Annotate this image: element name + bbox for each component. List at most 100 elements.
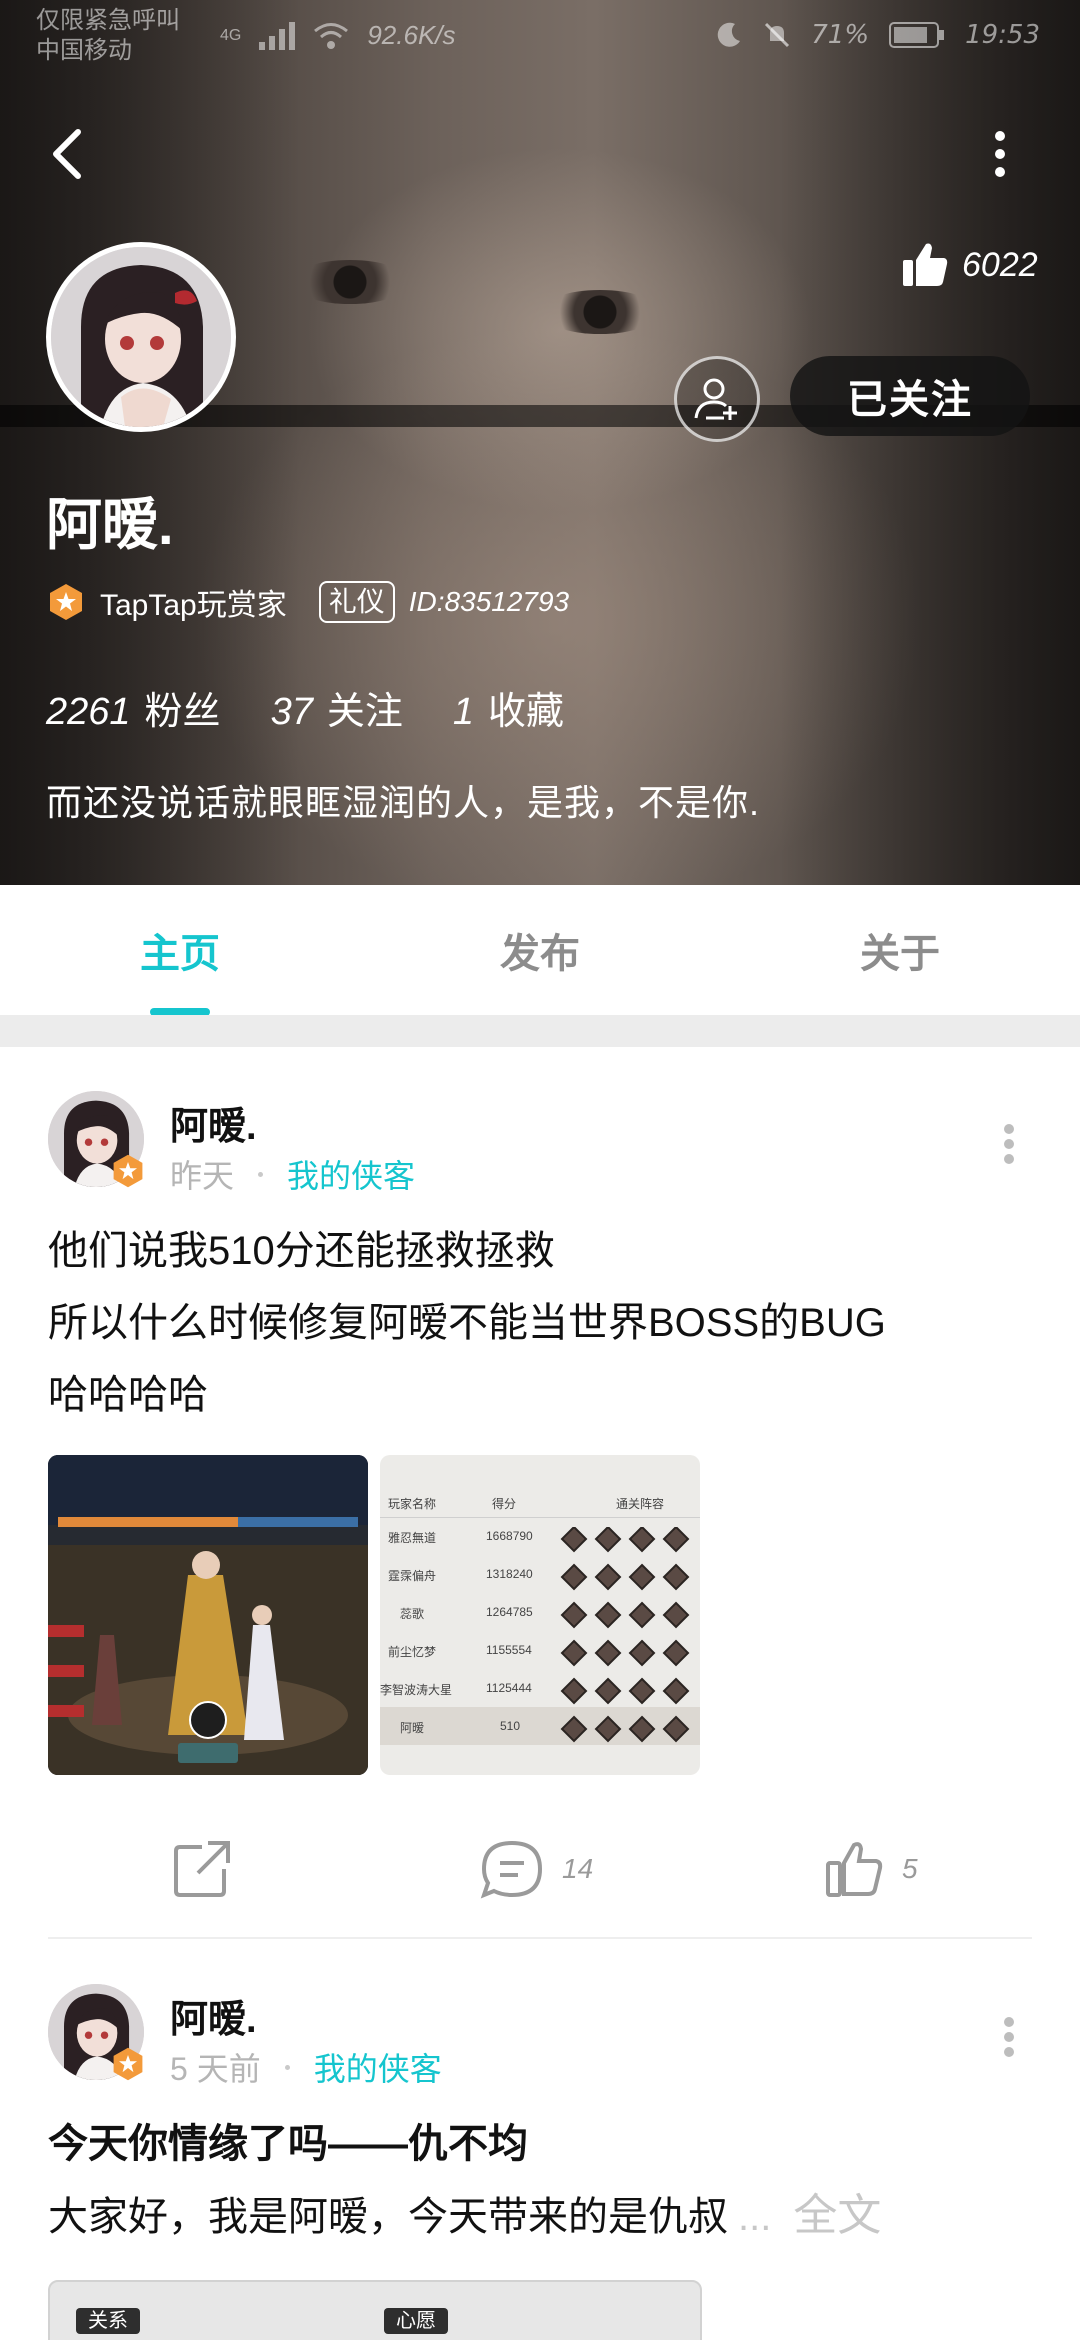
profile-header: 仅限紧急呼叫 中国移动 4G 92.6K/s 71% 19:53 6022 已关… <box>0 0 1080 885</box>
post-action-bar: 14 5 <box>0 1817 1080 1917</box>
post-divider <box>48 1937 1032 1939</box>
comment-icon <box>480 1840 543 1899</box>
post-circle-link[interactable]: 我的侠客 <box>287 1151 415 1197</box>
moon-icon <box>718 22 741 47</box>
comment-count: 14 <box>562 1853 594 1884</box>
battery-icon <box>889 22 945 48</box>
post-circle-link[interactable]: 我的侠客 <box>314 2044 442 2090</box>
mute-bell-icon <box>765 22 790 48</box>
back-button[interactable] <box>44 126 92 182</box>
tab-about[interactable]: 关于 <box>720 885 1080 1015</box>
leaderboard-col-name: 玩家名称 <box>388 1497 437 1511</box>
leaderboard-score: 1264785 <box>486 1605 533 1619</box>
wifi-icon <box>314 22 349 49</box>
stat-favorites-label: 收藏 <box>488 691 565 733</box>
avatar-illustration <box>51 247 231 427</box>
star-badge-icon <box>50 584 82 620</box>
leaderboard-col-team: 通关阵容 <box>616 1497 665 1511</box>
post-time: 5 天前 <box>170 2051 261 2087</box>
stat-favorites[interactable]: 1 收藏 <box>453 680 564 735</box>
leaderboard-player: 霆霂偏舟 <box>388 1569 437 1583</box>
rank-tag: 礼仪 <box>318 581 395 623</box>
leaderboard-player: 李智波涛大星 <box>380 1683 453 1697</box>
leaderboard-player: 雅忍無道 <box>388 1531 437 1545</box>
stat-followers-count: 2261 <box>46 691 131 733</box>
post-excerpt-line: 大家好，我是阿暧，今天带来的是仇叔 ... 全文 <box>48 2180 1038 2253</box>
post-meta: 昨天 我的侠客 <box>170 1151 415 1197</box>
post-image-thumbnail[interactable] <box>48 1455 368 1775</box>
like-count: 5 <box>902 1853 918 1884</box>
post-line: 他们说我510分还能拯救拯救 <box>48 1229 555 1273</box>
more-vertical-icon <box>1004 1124 1014 1164</box>
team-portraits-image <box>560 1527 690 1743</box>
post-author-name[interactable]: 阿暧. <box>170 1095 257 1150</box>
post-more-button[interactable] <box>994 2012 1024 2062</box>
excerpt-ellipsis: ... <box>738 2195 772 2239</box>
post-body[interactable]: 今天你情缘了吗——仇不均 大家好，我是阿暧，今天带来的是仇叔 ... 全文 <box>48 2108 1038 2253</box>
post-image-thumbnail[interactable]: 关系 心愿 <box>48 2280 702 2340</box>
stat-followers-label: 粉丝 <box>144 691 221 733</box>
like-button[interactable]: 5 <box>824 1839 918 1899</box>
profile-username: 阿暧. <box>46 493 174 556</box>
leaderboard-score: 1318240 <box>486 1567 533 1581</box>
profile-badges: TapTap玩赏家 礼仪 ID:83512793 <box>46 580 569 624</box>
image-tag-relation: 关系 <box>76 2308 140 2334</box>
star-badge-icon <box>113 1154 143 1188</box>
thumbs-up-icon <box>903 243 948 286</box>
post-title: 今天你情缘了吗——仇不均 <box>48 2122 528 2166</box>
post-excerpt: 大家好，我是阿暧，今天带来的是仇叔 <box>48 2195 728 2239</box>
leaderboard-col-score: 得分 <box>492 1497 517 1511</box>
comment-button[interactable]: 14 <box>480 1839 593 1899</box>
game-screenshot-image <box>48 1455 368 1775</box>
status-carrier: 仅限紧急呼叫 中国移动 <box>36 6 180 66</box>
post-image-thumbnail[interactable]: 玩家名称 得分 通关阵容 雅忍無道 1668790 霆霂偏舟 1318240 蕊歌 1… <box>380 1455 700 1775</box>
profile-avatar[interactable] <box>46 242 236 432</box>
network-speed: 92.6K/s <box>367 20 456 50</box>
read-full-link[interactable]: 全文 <box>793 2180 881 2252</box>
leaderboard-player: 阿暧 <box>400 1721 425 1735</box>
network-type: 4G <box>220 26 242 44</box>
more-vertical-icon <box>1004 2017 1014 2057</box>
feed-post[interactable]: 阿暧. 5 天前 我的侠客 今天你情缘了吗——仇不均 大家好，我是阿暧，今天带来… <box>0 1940 1080 2340</box>
post-body[interactable]: 他们说我510分还能拯救拯救 所以什么时候修复阿暧不能当世界BOSS的BUG 哈… <box>48 1215 1038 1431</box>
status-carrier-name: 中国移动 <box>36 37 132 64</box>
bg-photo-eye <box>540 290 660 334</box>
leaderboard-player: 前尘忆梦 <box>388 1645 437 1659</box>
post-author-name[interactable]: 阿暧. <box>170 1988 257 2043</box>
leaderboard-score: 1155554 <box>486 1643 532 1657</box>
stat-following[interactable]: 37 关注 <box>271 680 403 735</box>
header-bg-shade-right <box>780 0 1080 885</box>
stat-following-label: 关注 <box>326 691 403 733</box>
leaderboard-player: 蕊歌 <box>400 1607 425 1621</box>
feed-post[interactable]: 阿暧. 昨天 我的侠客 他们说我510分还能拯救拯救 所以什么时候修复阿暧不能当… <box>0 1047 1080 1947</box>
follow-button[interactable]: 已关注 <box>790 356 1030 436</box>
leaderboard-score: 1668790 <box>486 1529 533 1543</box>
post-line: 哈哈哈哈 <box>48 1373 208 1417</box>
more-options-button[interactable] <box>980 126 1020 182</box>
tab-posts[interactable]: 发布 <box>360 885 720 1015</box>
signal-icon <box>259 21 296 50</box>
star-badge-icon <box>113 2047 143 2081</box>
section-separator <box>0 1015 1080 1047</box>
user-id: ID:83512793 <box>408 586 570 617</box>
status-signal-group: 4G 92.6K/s <box>220 20 456 51</box>
share-button[interactable] <box>172 1839 232 1899</box>
thumbs-up-icon <box>826 1842 883 1897</box>
post-meta: 5 天前 我的侠客 <box>170 2044 442 2090</box>
profile-tabs: 主页 发布 关于 <box>0 885 1080 1015</box>
profile-like-button[interactable]: 6022 <box>900 240 1038 290</box>
profile-like-count: 6022 <box>962 245 1038 284</box>
tab-home[interactable]: 主页 <box>0 885 360 1015</box>
stat-followers[interactable]: 2261 粉丝 <box>46 680 221 735</box>
profile-bio: 而还没说话就眼眶湿润的人，是我，不是你. <box>46 782 761 823</box>
add-friend-button[interactable] <box>674 356 760 442</box>
post-more-button[interactable] <box>994 1119 1024 1169</box>
status-bar: 仅限紧急呼叫 中国移动 4G 92.6K/s 71% 19:53 <box>0 0 1080 70</box>
image-tag-wish: 心愿 <box>384 2308 448 2334</box>
clock: 19:53 <box>965 20 1040 50</box>
stat-favorites-count: 1 <box>452 691 474 733</box>
meta-separator-dot <box>284 2064 290 2070</box>
add-user-icon <box>694 378 737 420</box>
profile-stats: 2261 粉丝 37 关注 1 收藏 <box>46 680 564 735</box>
post-time: 昨天 <box>170 1158 235 1194</box>
